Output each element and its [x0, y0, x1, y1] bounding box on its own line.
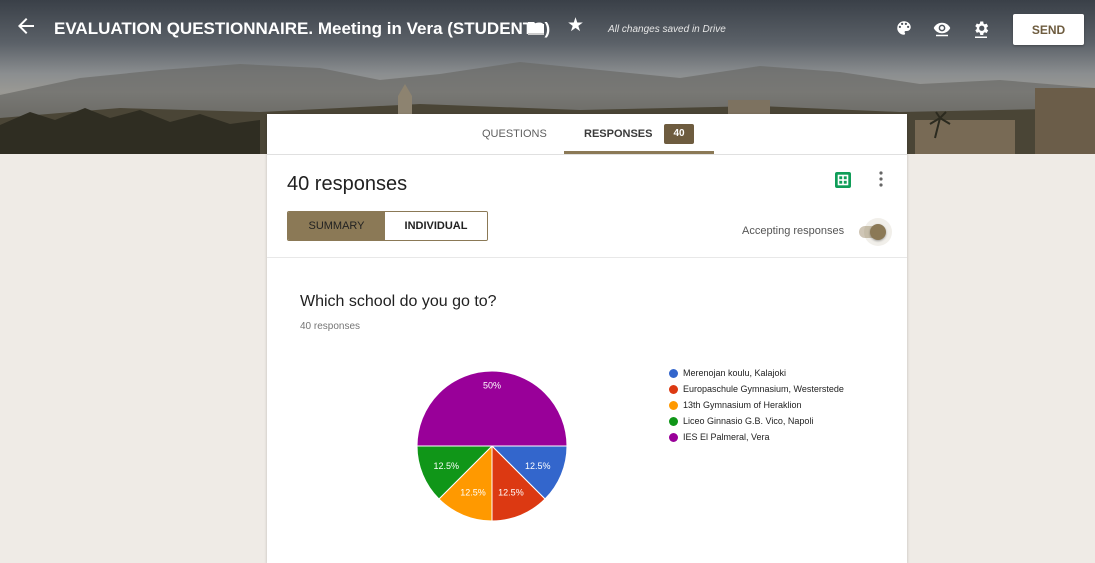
- pie-slice-label: 12.5%: [525, 461, 551, 471]
- toggle-knob[interactable]: [870, 224, 886, 240]
- legend-swatch: [669, 385, 678, 394]
- send-button[interactable]: SEND: [1013, 14, 1084, 45]
- more-options-icon[interactable]: [878, 169, 884, 189]
- responses-card: QUESTIONS RESPONSES 40 40 responses SUMM…: [267, 114, 907, 563]
- active-tab-indicator: [564, 151, 714, 154]
- section-divider: [267, 257, 907, 258]
- legend-item: Merenojan koulu, Kalajoki: [669, 368, 869, 379]
- spreadsheet-icon[interactable]: [835, 172, 851, 188]
- question-response-count: 40 responses: [300, 321, 361, 332]
- star-icon[interactable]: ★: [567, 16, 584, 36]
- legend-label: Merenojan koulu, Kalajoki: [683, 368, 787, 378]
- legend-item: 13th Gymnasium of Heraklion: [669, 400, 869, 411]
- pie-slice-label: 12.5%: [498, 488, 524, 498]
- legend-label: Liceo Ginnasio G.B. Vico, Napoli: [683, 416, 814, 426]
- legend-label: 13th Gymnasium of Heraklion: [683, 400, 802, 410]
- legend-label: IES El Palmeral, Vera: [683, 432, 770, 442]
- pie-slice-label: 50%: [483, 381, 501, 391]
- tab-responses[interactable]: RESPONSES: [584, 128, 652, 140]
- tab-questions[interactable]: QUESTIONS: [482, 128, 547, 140]
- legend-swatch: [669, 369, 678, 378]
- tab-bar: QUESTIONS RESPONSES 40: [267, 114, 907, 155]
- legend-swatch: [669, 433, 678, 442]
- responses-heading: 40 responses: [287, 173, 408, 195]
- back-arrow-icon[interactable]: [14, 14, 38, 38]
- legend-swatch: [669, 417, 678, 426]
- accepting-responses-label: Accepting responses: [742, 225, 845, 237]
- question-title: Which school do you go to?: [300, 293, 497, 310]
- responses-count-badge: 40: [664, 124, 694, 144]
- legend-item: Europaschule Gymnasium, Westerstede: [669, 384, 869, 395]
- legend-item: IES El Palmeral, Vera: [669, 432, 869, 443]
- chart-legend: Merenojan koulu, Kalajoki Europaschule Gy…: [669, 368, 869, 448]
- legend-item: Liceo Ginnasio G.B. Vico, Napoli: [669, 416, 869, 427]
- pie-chart: 12.5% 12.5% 12.5% 12.5% 50%: [417, 370, 568, 522]
- summary-button[interactable]: SUMMARY: [288, 212, 385, 240]
- pie-slice-label: 12.5%: [434, 461, 460, 471]
- legend-swatch: [669, 401, 678, 410]
- pie-slice-label: 12.5%: [460, 488, 486, 498]
- legend-label: Europaschule Gymnasium, Westerstede: [683, 384, 844, 394]
- save-status: All changes saved in Drive: [608, 24, 726, 35]
- form-title[interactable]: EVALUATION QUESTIONNAIRE. Meeting in Ver…: [54, 19, 550, 39]
- individual-button[interactable]: INDIVIDUAL: [385, 212, 487, 240]
- view-toggle: SUMMARY INDIVIDUAL: [287, 211, 488, 241]
